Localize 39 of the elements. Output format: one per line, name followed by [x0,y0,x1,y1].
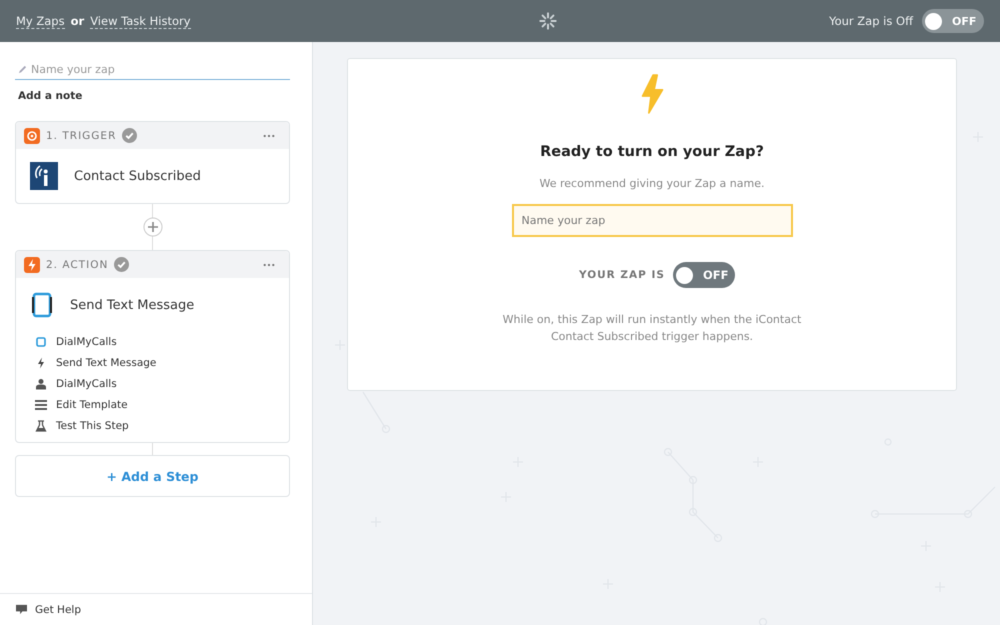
step-card[interactable]: 2. ACTION Send Text Message DialMyCalls Send Text Message DialMyCalls Edit Template Test This Step [15,250,290,443]
separator-text: or [70,14,84,28]
step-label: 1. TRIGGER [46,130,116,142]
pencil-icon [18,65,27,74]
more-icon[interactable] [263,134,275,138]
toggle-label: YOUR ZAP IS [579,269,665,281]
step-label: 2. ACTION [46,258,108,270]
nav-link[interactable]: My Zaps [16,14,65,28]
more-icon[interactable] [263,262,275,266]
person-icon [35,378,47,390]
zap-status: Your Zap is Off [829,14,913,28]
chat-icon [16,604,27,615]
add-note-link[interactable]: Add a note [18,90,290,102]
step-detail-item[interactable]: Test This Step [35,420,275,432]
nav-link[interactable]: View Task History [90,14,191,28]
card-title: Ready to turn on your Zap? [540,144,764,160]
phone-icon [30,291,54,319]
step-detail-item[interactable]: Send Text Message [35,357,275,369]
lines-icon [35,399,47,411]
step-detail-item[interactable]: Edit Template [35,399,275,411]
lightning-icon [35,357,47,369]
step-card[interactable]: 1. TRIGGER Contact Subscribed [15,121,290,204]
lightning-icon [24,256,40,272]
get-help-link[interactable]: Get Help [16,604,81,616]
card-note: While on, this Zap will run instantly when the iContact Contact Subscribed trigger happens. [502,312,802,346]
add-step-icon[interactable] [142,217,162,237]
trigger-icon [24,128,40,144]
name-field[interactable]: Name your zap [512,204,792,237]
app-logo-icon [30,162,58,190]
step-title: Contact Subscribed [74,168,201,184]
step-detail-item[interactable]: DialMyCalls [35,378,275,390]
step-title: Send Text Message [70,298,194,312]
lightning-icon [639,74,665,114]
step-detail-item[interactable]: DialMyCalls [35,336,275,348]
phone-icon [35,336,47,348]
flask-icon [35,420,47,432]
toggle-switch[interactable]: OFF [672,262,735,288]
loading-icon [538,12,557,30]
card-subtitle: We recommend giving your Zap a name. [540,177,764,190]
